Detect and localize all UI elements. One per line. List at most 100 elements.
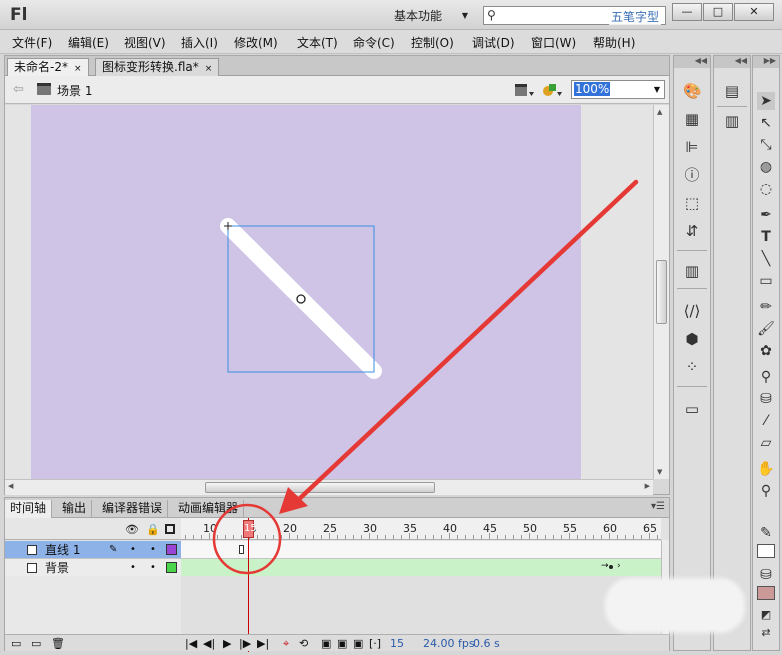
info-icon[interactable]: ⓘ bbox=[683, 166, 701, 184]
tab-motion-editor[interactable]: 动画编辑器 bbox=[173, 500, 245, 518]
workspace-switcher[interactable]: 基本功能 ▼ bbox=[386, 6, 474, 26]
close-icon[interactable]: × bbox=[74, 64, 82, 74]
menu-text[interactable]: 文本(T) bbox=[297, 34, 338, 51]
eyedropper-icon[interactable]: ⁄ bbox=[757, 412, 775, 430]
layer-row-line1[interactable]: 直线 1 ✎ • • bbox=[5, 541, 181, 559]
help-search-input[interactable]: ⚲ 五笔字型 bbox=[483, 6, 666, 25]
fill-color-swatch[interactable] bbox=[757, 586, 775, 600]
collapse-icon[interactable]: ◀◀ bbox=[714, 56, 750, 68]
brush-icon[interactable]: 🖌 bbox=[757, 320, 775, 338]
outline-icon[interactable] bbox=[165, 524, 175, 534]
collapse-icon[interactable]: ▶▶ bbox=[753, 56, 779, 68]
stage[interactable] bbox=[31, 105, 581, 479]
current-frame-value[interactable]: 15 bbox=[390, 637, 404, 650]
menu-view[interactable]: 视图(V) bbox=[124, 34, 166, 51]
visibility-dot[interactable]: • bbox=[130, 559, 136, 577]
free-transform-icon[interactable]: ⤡ bbox=[757, 136, 775, 154]
edit-scene-icon[interactable] bbox=[513, 81, 535, 99]
menu-window[interactable]: 窗口(W) bbox=[531, 34, 576, 51]
swap-colors-icon[interactable]: ⇄ bbox=[757, 624, 775, 642]
zoom-select[interactable]: 100% ▼ bbox=[571, 80, 665, 99]
new-layer-icon[interactable]: ▭ bbox=[11, 637, 21, 650]
deco-icon[interactable]: ✿ bbox=[757, 342, 775, 360]
pencil-icon[interactable]: ✏ bbox=[757, 298, 775, 316]
last-frame-icon[interactable]: ▶| bbox=[257, 637, 269, 650]
menu-debug[interactable]: 调试(D) bbox=[472, 34, 515, 51]
tab-timeline[interactable]: 时间轴 bbox=[5, 500, 53, 518]
back-arrow-icon[interactable]: ⇦ bbox=[13, 82, 24, 97]
pasteboard[interactable] bbox=[5, 105, 653, 479]
lasso-icon[interactable]: ◌ bbox=[757, 180, 775, 198]
loop-icon[interactable]: ⟲ bbox=[299, 637, 308, 650]
menu-control[interactable]: 控制(O) bbox=[411, 34, 454, 51]
delete-icon[interactable]: 🗑 bbox=[51, 637, 65, 650]
3d-rotation-icon[interactable]: ◍ bbox=[757, 158, 775, 176]
tab-icon-morph[interactable]: 图标变形转换.fla* × bbox=[95, 58, 220, 76]
paint-bucket-icon[interactable]: ⛁ bbox=[757, 390, 775, 408]
playhead-line[interactable] bbox=[248, 518, 249, 652]
bone-icon[interactable]: ⚲ bbox=[757, 368, 775, 386]
zoom-icon[interactable]: ⚲ bbox=[757, 482, 775, 500]
new-folder-icon[interactable]: ▭ bbox=[31, 637, 41, 650]
tab-untitled-2[interactable]: 未命名-2* × bbox=[7, 58, 89, 76]
first-frame-icon[interactable]: |◀ bbox=[185, 637, 197, 650]
modify-markers-icon[interactable]: [·] bbox=[369, 637, 381, 650]
pen-icon[interactable]: ✒ bbox=[757, 206, 775, 224]
scroll-thumb[interactable] bbox=[656, 260, 667, 324]
layer-row-background[interactable]: 背景 • • bbox=[5, 559, 181, 577]
subselection-tool-icon[interactable]: ↖ bbox=[757, 114, 775, 132]
blank-keyframe[interactable] bbox=[239, 545, 244, 554]
frames-row-line1[interactable] bbox=[181, 541, 661, 559]
menu-commands[interactable]: 命令(C) bbox=[353, 34, 395, 51]
black-white-icon[interactable]: ◩ bbox=[757, 606, 775, 624]
layer-color-swatch[interactable] bbox=[166, 544, 177, 555]
edit-multiple-icon[interactable]: ▣ bbox=[353, 637, 363, 650]
movie-explorer-icon[interactable]: ⁘ bbox=[683, 358, 701, 376]
screen-icon[interactable]: ▭ bbox=[683, 400, 701, 418]
close-button[interactable]: ✕ bbox=[734, 3, 774, 21]
center-frame-icon[interactable]: ⌖ bbox=[283, 637, 289, 651]
transform-icon[interactable]: ⬚ bbox=[683, 194, 701, 212]
eye-icon[interactable]: 👁 bbox=[125, 523, 139, 536]
scroll-right-icon[interactable]: ▶ bbox=[645, 482, 650, 490]
step-back-icon[interactable]: ◀| bbox=[203, 637, 215, 650]
stroke-color-swatch[interactable] bbox=[757, 544, 775, 558]
minimize-button[interactable]: — bbox=[672, 3, 702, 21]
library-icon[interactable]: ▥ bbox=[683, 262, 701, 280]
hand-icon[interactable]: ✋ bbox=[757, 460, 775, 478]
tab-compiler-errors[interactable]: 编译器错误 bbox=[97, 500, 169, 518]
maximize-button[interactable]: □ bbox=[703, 3, 733, 21]
selection-tool-icon[interactable]: ➤ bbox=[757, 92, 775, 110]
align-icon[interactable]: ⊫ bbox=[683, 138, 701, 156]
play-icon[interactable]: ▶ bbox=[223, 637, 231, 650]
step-forward-icon[interactable]: |▶ bbox=[239, 637, 251, 650]
menu-insert[interactable]: 插入(I) bbox=[181, 34, 218, 51]
close-icon[interactable]: × bbox=[205, 64, 213, 74]
stage-horizontal-scrollbar[interactable]: ◀ ▶ bbox=[5, 479, 653, 495]
menu-edit[interactable]: 编辑(E) bbox=[68, 34, 109, 51]
white-line-shape[interactable] bbox=[220, 218, 382, 379]
collapse-icon[interactable]: ◀◀ bbox=[674, 56, 710, 68]
color-palette-icon[interactable]: 🎨 bbox=[683, 82, 702, 100]
properties-icon[interactable]: ▤ bbox=[723, 82, 741, 100]
text-tool-icon[interactable]: T bbox=[757, 228, 775, 246]
lock-icon[interactable]: 🔒 bbox=[146, 523, 160, 536]
menu-modify[interactable]: 修改(M) bbox=[234, 34, 278, 51]
components-icon[interactable]: ⬢ bbox=[683, 330, 701, 348]
tab-output[interactable]: 输出 bbox=[57, 500, 93, 518]
eraser-icon[interactable]: ▱ bbox=[757, 434, 775, 452]
code-snippets-icon[interactable]: ⟨/⟩ bbox=[683, 302, 701, 320]
lock-dot[interactable]: • bbox=[150, 541, 156, 559]
swatches-grid-icon[interactable]: ▦ bbox=[683, 110, 701, 128]
edit-symbols-icon[interactable] bbox=[541, 81, 563, 99]
scroll-left-icon[interactable]: ◀ bbox=[8, 482, 13, 490]
scroll-down-icon[interactable]: ▼ bbox=[657, 468, 662, 476]
library-books-icon[interactable]: ▥ bbox=[723, 112, 741, 130]
layer-color-swatch[interactable] bbox=[166, 562, 177, 573]
visibility-dot[interactable]: • bbox=[130, 541, 136, 559]
line-tool-icon[interactable]: ╲ bbox=[757, 250, 775, 268]
onion-skin-icon[interactable]: ▣ bbox=[321, 637, 331, 650]
motion-presets-icon[interactable]: ⇵ bbox=[683, 222, 701, 240]
stage-vertical-scrollbar[interactable]: ▲ ▼ bbox=[653, 105, 669, 479]
keyframe-dot[interactable] bbox=[609, 565, 613, 569]
